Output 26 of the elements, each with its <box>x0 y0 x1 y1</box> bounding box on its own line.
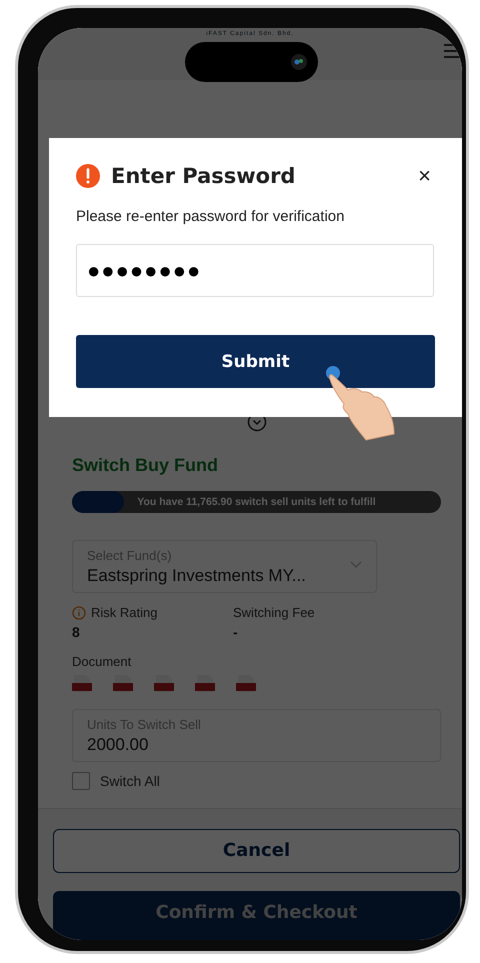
document-label: Document <box>72 654 132 669</box>
switch-all-label: Switch All <box>100 773 160 789</box>
cancel-button[interactable]: Cancel <box>53 829 460 873</box>
submit-button[interactable]: Submit <box>76 335 435 388</box>
close-button[interactable]: × <box>414 163 435 189</box>
dialog-title: Enter Password <box>111 164 296 188</box>
switch-all-checkbox[interactable] <box>72 772 90 790</box>
pdf-file-icon[interactable] <box>113 675 133 692</box>
switching-fee-label: Switching Fee <box>233 605 315 620</box>
alert-icon <box>76 164 100 188</box>
pdf-file-icon[interactable] <box>195 675 215 692</box>
password-field[interactable]: ●●●●●●●● <box>76 244 434 297</box>
section-title: Switch Buy Fund <box>72 454 219 476</box>
pdf-file-icon[interactable] <box>72 675 92 692</box>
progress-text: You have 11,765.90 switch sell units left to fulfill <box>136 495 377 510</box>
confirm-checkout-button[interactable]: Confirm & Checkout <box>53 890 460 940</box>
info-icon[interactable] <box>72 606 86 620</box>
chevron-down-icon <box>350 561 362 569</box>
dialog-message: Please re-enter password for verification <box>76 208 346 225</box>
pdf-file-icon[interactable] <box>154 675 174 692</box>
pdf-file-icon[interactable] <box>236 675 256 692</box>
switching-fee-value: - <box>233 624 239 640</box>
risk-rating-value: 8 <box>72 624 81 640</box>
menu-icon[interactable] <box>444 44 460 58</box>
risk-rating-label: Risk Rating <box>91 605 158 620</box>
camera-icon <box>290 53 308 71</box>
